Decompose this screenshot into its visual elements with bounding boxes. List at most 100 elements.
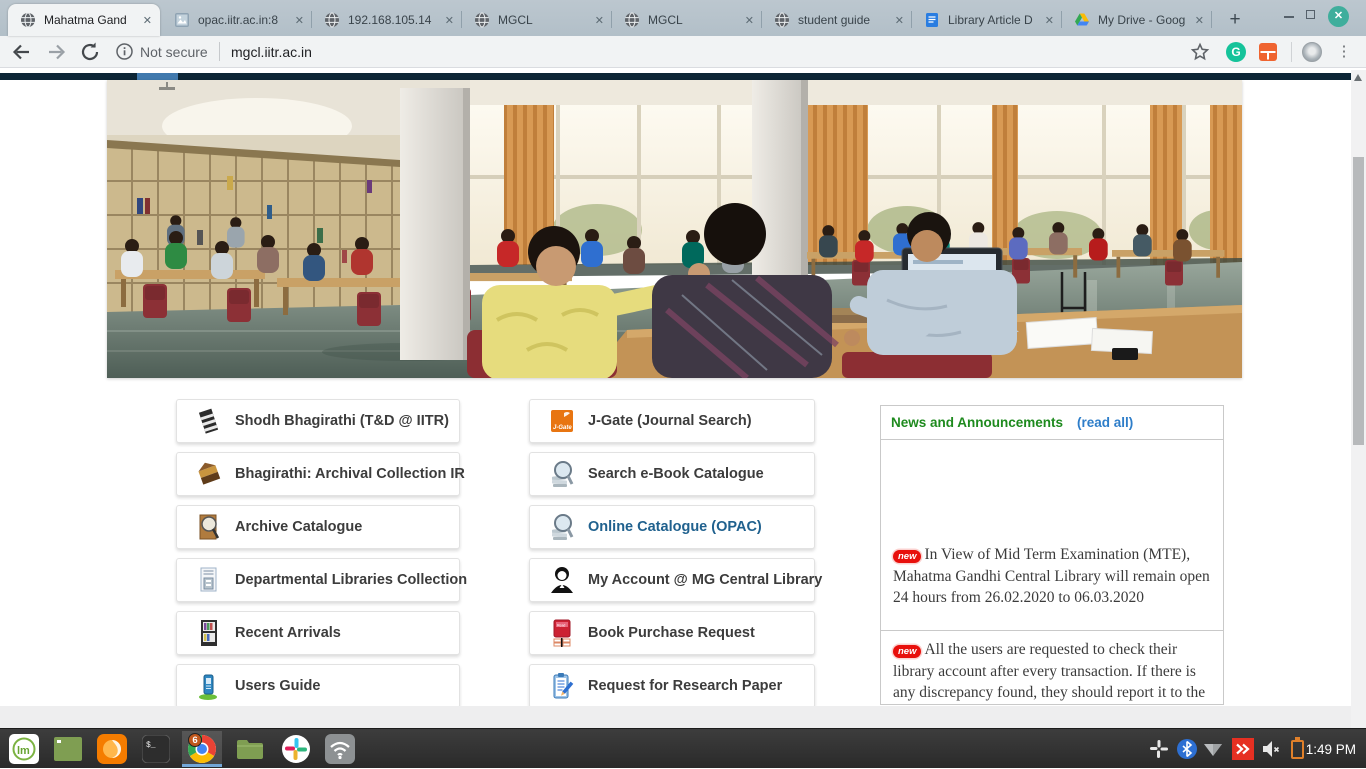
reload-icon[interactable]	[78, 40, 102, 64]
close-window-button[interactable]: ✕	[1328, 6, 1349, 27]
link-label: Archive Catalogue	[235, 519, 362, 535]
slack-tray-icon[interactable]	[1148, 738, 1170, 760]
link-shodh-bhagirathi[interactable]: Shodh Bhagirathi (T&D @ IITR)	[176, 399, 460, 443]
anydesk-tray-icon[interactable]	[1232, 738, 1254, 760]
taskbar-clock[interactable]: 1:49 PM	[1306, 729, 1356, 769]
tab-mgcl-1[interactable]: MGCL ✕	[462, 6, 612, 34]
globe-icon	[474, 12, 490, 28]
jgate-logo-icon: J-Gate	[550, 407, 574, 435]
scrollbar-up-icon[interactable]	[1354, 74, 1362, 81]
volume-muted-icon[interactable]	[1260, 738, 1282, 760]
tab-my-drive[interactable]: My Drive - Goog ✕	[1062, 6, 1212, 34]
link-departmental-libraries[interactable]: Departmental Libraries Collection	[176, 558, 460, 602]
close-icon[interactable]: ✕	[143, 14, 152, 27]
files-launcher[interactable]	[230, 731, 270, 767]
tab-title: My Drive - Goog	[1098, 13, 1189, 27]
link-label: Online Catalogue (OPAC)	[588, 519, 762, 535]
maximize-button[interactable]	[1306, 10, 1315, 19]
globe-icon	[624, 12, 640, 28]
tab-title: 192.168.105.14	[348, 13, 439, 27]
bookshelf-icon	[197, 619, 221, 647]
browser-menu-icon[interactable]: ⋮	[1334, 42, 1354, 62]
tab-title: Library Article D	[948, 13, 1039, 27]
link-bhagirathi-archival[interactable]: Bhagirathi: Archival Collection IR	[176, 452, 460, 496]
news-item: newAll the users are requested to check …	[881, 630, 1223, 705]
tab-title: MGCL	[498, 13, 589, 27]
back-icon[interactable]	[10, 40, 34, 64]
mint-menu-button[interactable]: lm	[4, 731, 44, 767]
close-icon[interactable]: ✕	[295, 14, 304, 27]
link-my-account[interactable]: My Account @ MG Central Library	[529, 558, 815, 602]
page-footer-strip	[0, 706, 1366, 728]
show-desktop-button[interactable]	[48, 731, 88, 767]
link-label: Search e-Book Catalogue	[588, 466, 764, 482]
read-all-link[interactable]: (read all)	[1077, 415, 1133, 430]
firefox-launcher[interactable]	[92, 731, 132, 767]
firefox-icon	[97, 734, 127, 764]
globe-icon	[324, 12, 340, 28]
globe-icon	[774, 12, 790, 28]
tab-student-guide[interactable]: student guide ✕	[762, 6, 912, 34]
close-icon[interactable]: ✕	[745, 14, 754, 27]
tab-resize-extension-icon[interactable]	[1258, 42, 1278, 62]
network-tray-icon[interactable]	[1202, 738, 1224, 760]
close-icon[interactable]: ✕	[1195, 14, 1204, 27]
link-research-paper-request[interactable]: Request for Research Paper	[529, 664, 815, 708]
bluetooth-tray-icon[interactable]	[1176, 738, 1198, 760]
tab-mgcl-2[interactable]: MGCL ✕	[612, 6, 762, 34]
tab-192-168[interactable]: 192.168.105.14 ✕	[312, 6, 462, 34]
security-label: Not secure	[140, 44, 208, 60]
tab-title: opac.iitr.ac.in:8	[198, 13, 289, 27]
link-ebook-catalogue[interactable]: Search e-Book Catalogue	[529, 452, 815, 496]
book-search-icon	[550, 460, 574, 488]
tab-opac[interactable]: opac.iitr.ac.in:8 ✕	[162, 6, 312, 34]
link-jgate[interactable]: J-Gate J-Gate (Journal Search)	[529, 399, 815, 443]
desktop-icon	[54, 737, 82, 761]
grammarly-extension-icon[interactable]: G	[1226, 42, 1246, 62]
info-icon[interactable]	[116, 43, 133, 60]
tab-library-article[interactable]: Library Article D ✕	[912, 6, 1062, 34]
slack-launcher[interactable]	[276, 731, 316, 767]
link-label: My Account @ MG Central Library	[588, 572, 822, 588]
new-tab-button[interactable]: +	[1222, 8, 1248, 32]
link-label: Bhagirathi: Archival Collection IR	[235, 466, 465, 482]
link-book-purchase[interactable]: Read Book Purchase Request	[529, 611, 815, 655]
folder-icon	[236, 738, 264, 760]
tab-mahatma-gandhi-library[interactable]: Mahatma Gand ✕	[8, 4, 160, 36]
scrollbar-thumb[interactable]	[1353, 157, 1364, 445]
docs-icon	[924, 12, 940, 28]
network-launcher[interactable]	[320, 731, 360, 767]
archive-search-icon	[197, 513, 221, 541]
user-silhouette-icon	[550, 566, 574, 594]
svg-text:Read: Read	[557, 624, 565, 628]
bookmark-star-icon[interactable]	[1190, 42, 1210, 62]
mint-logo-icon: lm	[9, 734, 39, 764]
close-icon[interactable]: ✕	[1045, 14, 1054, 27]
forward-icon[interactable]	[44, 40, 68, 64]
iitr-profile-avatar[interactable]	[1302, 42, 1322, 62]
battery-icon[interactable]	[1291, 740, 1304, 759]
red-book-icon: Read	[550, 619, 574, 647]
svg-text:J-Gate: J-Gate	[553, 425, 572, 431]
scrollbar[interactable]	[1351, 70, 1366, 728]
link-recent-arrivals[interactable]: Recent Arrivals	[176, 611, 460, 655]
link-label: Shodh Bhagirathi (T&D @ IITR)	[235, 413, 449, 429]
chrome-taskbar-button[interactable]: 6	[182, 731, 222, 767]
address-url[interactable]: mgcl.iitr.ac.in	[231, 44, 312, 60]
link-opac[interactable]: Online Catalogue (OPAC)	[529, 505, 815, 549]
archive-book-icon	[197, 460, 221, 488]
minimize-button[interactable]	[1284, 16, 1294, 18]
taskbar: lm $_ 6 1:49 PM	[0, 728, 1366, 768]
svg-text:lm: lm	[17, 745, 30, 757]
close-icon[interactable]: ✕	[445, 14, 454, 27]
thesis-stack-icon	[197, 407, 221, 435]
kiosk-guide-icon	[197, 672, 221, 700]
link-users-guide[interactable]: Users Guide	[176, 664, 460, 708]
close-icon[interactable]: ✕	[595, 14, 604, 27]
link-archive-catalogue[interactable]: Archive Catalogue	[176, 505, 460, 549]
browser-tab-strip: Mahatma Gand ✕ opac.iitr.ac.in:8 ✕ 192.1…	[0, 0, 1366, 36]
news-item-text: In View of Mid Term Examination (MTE), M…	[893, 546, 1210, 606]
web-page: Shodh Bhagirathi (T&D @ IITR) Bhagirathi…	[0, 68, 1366, 728]
close-icon[interactable]: ✕	[895, 14, 904, 27]
terminal-launcher[interactable]: $_	[136, 731, 176, 767]
